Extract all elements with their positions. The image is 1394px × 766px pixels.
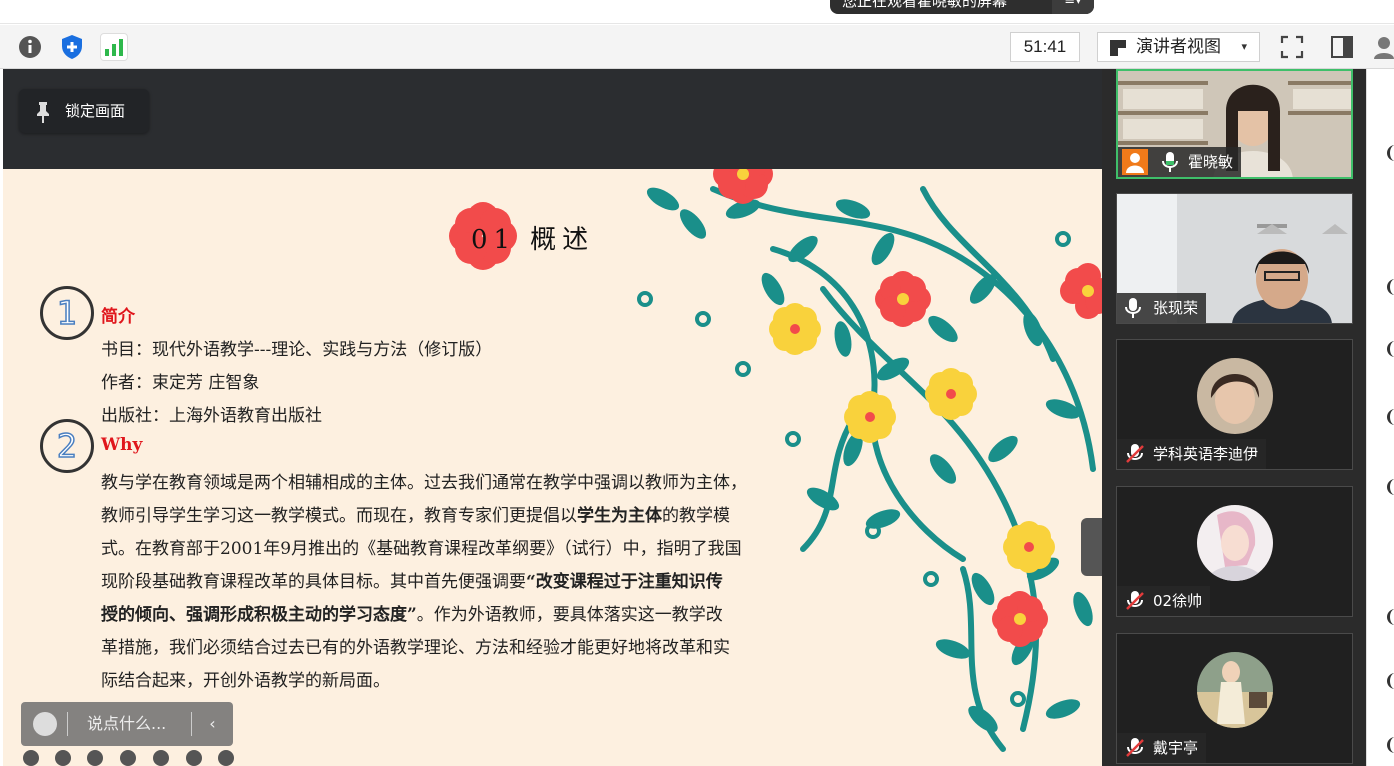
fullscreen-icon[interactable] [1278,33,1306,61]
slide-title-text: 概述 [530,225,595,255]
sharing-banner-text: 您正在观看霍晓敏的屏幕 [842,0,1008,10]
stage-header: 锁定画面 [3,69,1102,169]
para-line: 现阶段基础教育课程改革的具体目标。其中首先便强调要“改变课程过于注重知识传 [101,566,791,599]
camera-icon[interactable] [153,750,169,766]
participant-namebar: 戴宇亭 [1117,733,1207,763]
participant-tile[interactable]: 学科英语李迪伊 [1116,339,1353,470]
section-2-badge: 2 [40,419,94,473]
participant-name: 戴宇亭 [1153,739,1199,757]
pin-icon [37,102,49,123]
pen-icon[interactable] [87,750,103,766]
para-line: 教与学在教育领域是两个相辅相成的主体。过去我们通常在教学中强调以教师为主体， [101,473,747,493]
chat-divider [67,712,68,736]
participant-namebar: 02徐帅 [1117,586,1211,616]
participant-tile[interactable]: 02徐帅 [1116,486,1353,617]
prev-slide-icon[interactable] [23,750,39,766]
participant-name: 学科英语李迪伊 [1153,445,1259,463]
view-mode-select[interactable]: 演讲者视图 ▾ [1097,32,1260,62]
chat-input-bar[interactable]: 说点什么... ‹ [21,702,233,746]
avatar [1197,652,1273,728]
slide-title: 01 概述 [471,219,594,256]
side-indicator[interactable] [1387,279,1394,295]
sidebar-toggle-icon[interactable] [1328,33,1356,61]
section-1-badge: 1 [40,286,94,340]
view-mode-label: 演讲者视图 [1136,37,1221,57]
para-line: 际结合起来，开创外语教学的新局面。 [101,671,390,691]
para-text: 现阶段基础教育课程改革的具体目标。其中首先便强调要 [101,572,526,592]
side-indicator[interactable] [1387,409,1394,425]
chat-collapse-button[interactable]: ‹ [191,712,233,736]
participant-namebar: 学科英语李迪伊 [1117,439,1267,469]
participant-tile[interactable]: 戴宇亭 [1116,633,1353,764]
lock-screen-button[interactable]: 锁定画面 [19,89,149,133]
why-paragraph: 教与学在教育领域是两个相辅相成的主体。过去我们通常在教学中强调以教师为主体， 教… [101,467,791,698]
slide-title-number: 01 [471,225,517,255]
side-indicator[interactable] [1387,609,1394,625]
mic-muted-icon [1126,591,1144,610]
para-text: 教师引导学生学习这一教学模式。而现在，教育专家们更提倡以 [101,506,577,526]
para-line: 革措施，我们必须结合过去已有的外语教学理论、方法和经验才能更好地将改革和实 [101,638,730,658]
para-line: 授的倾向、强调形成积极主动的学习态度”。作为外语教师，要具体落实这一教学改 [101,599,791,632]
mic-on-icon [1125,298,1141,318]
side-indicator[interactable] [1387,737,1394,753]
signal-strength-icon[interactable] [100,33,128,61]
far-right-sidebar [1366,69,1394,766]
section-2-heading: Why [101,435,143,455]
panel-collapse-handle[interactable] [1081,518,1102,576]
emoji-icon[interactable] [33,712,57,736]
side-indicator[interactable] [1387,341,1394,357]
screenshot-icon[interactable] [120,750,136,766]
section-1-heading: 简介 [101,307,135,327]
side-indicator[interactable] [1387,479,1394,495]
meeting-toolbar: 51:41 演讲者视图 ▾ [0,25,1394,69]
chevron-down-icon: ▾ [1241,40,1247,53]
mic-on-icon [1162,152,1178,172]
para-emphasis: 授的倾向、强调形成积极主动的学习态度” [101,605,417,625]
subtitle-icon[interactable] [186,750,202,766]
user-icon[interactable] [1370,33,1394,61]
authors-line: 作者：束定芳 庄智象 [101,373,260,393]
para-emphasis: “改变课程过于注重知识传 [526,572,723,592]
para-text: 的教学模 [662,506,730,526]
side-indicator[interactable] [1387,673,1394,689]
shared-screen: 锁定画面 01 概述 1 简介 书目：现代外语教学---理论、实践与方法（修订版… [3,69,1102,766]
chat-placeholder[interactable]: 说点什么... [87,702,166,746]
participants-panel: 霍晓敏 张现荣 学科英语李迪伊 02徐帅 戴宇亭 [1102,69,1366,766]
avatar [1197,505,1273,581]
layout-icon [1110,40,1126,56]
top-strip: 您正在观看霍晓敏的屏幕 ≡▾ [0,0,1394,24]
para-line: 式。在教育部于2001年9月推出的《基础教育课程改革纲要》（试行）中，指明了我国 [101,539,742,559]
avatar [1197,358,1273,434]
para-emphasis: 学生为主体 [577,506,662,526]
participant-tile[interactable]: 张现荣 [1116,193,1353,324]
side-indicator[interactable] [1387,145,1394,161]
banner-menu-button[interactable]: ≡▾ [1052,0,1094,14]
publisher-line: 出版社：上海外语教育出版社 [101,406,322,426]
more-icon[interactable] [218,750,234,766]
next-slide-icon[interactable] [55,750,71,766]
security-shield-icon[interactable] [58,33,86,61]
meeting-timer: 51:41 [1010,32,1080,62]
host-icon [1122,149,1148,175]
participant-name: 02徐帅 [1153,592,1203,610]
book-title-line: 书目：现代外语教学---理论、实践与方法（修订版） [101,340,493,360]
participant-namebar: 霍晓敏 [1118,147,1242,177]
sharing-banner: 您正在观看霍晓敏的屏幕 ≡▾ [830,0,1094,14]
para-text: 。作为外语教师，要具体落实这一教学改 [416,605,723,625]
participant-name: 张现荣 [1153,299,1199,317]
mic-muted-icon [1126,738,1144,757]
lock-screen-label: 锁定画面 [65,102,126,120]
participant-tile[interactable]: 霍晓敏 [1116,69,1353,179]
mic-muted-icon [1126,444,1144,463]
participant-name: 霍晓敏 [1188,153,1234,171]
info-icon[interactable] [16,33,44,61]
participant-namebar: 张现荣 [1117,293,1207,323]
para-line: 教师引导学生学习这一教学模式。而现在，教育专家们更提倡以学生为主体的教学模 [101,500,791,533]
